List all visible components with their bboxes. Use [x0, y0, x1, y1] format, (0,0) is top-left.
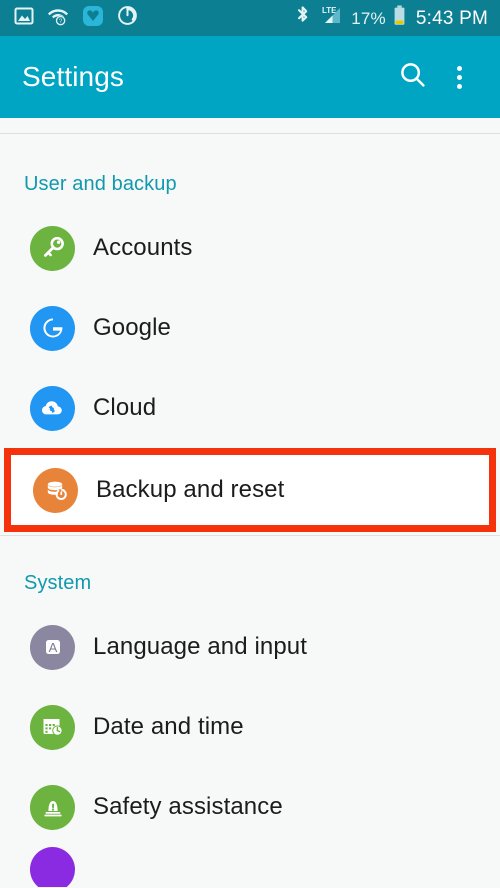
- list-item-backup-and-reset[interactable]: Backup and reset: [11, 455, 489, 525]
- list-item-partial-next[interactable]: [0, 847, 500, 887]
- android-settings-screen: ? LTE 17% 5:43 PM Settings User and back…: [0, 0, 500, 888]
- status-bar-right-icons: LTE 17% 5:43 PM: [294, 4, 488, 33]
- backup-reset-icon: [33, 467, 78, 513]
- language-a-icon: A: [30, 624, 75, 670]
- settings-list[interactable]: User and backup Accounts Google Cloud Ba…: [0, 118, 500, 888]
- accessibility-icon: [30, 847, 75, 887]
- list-item-accounts[interactable]: Accounts: [0, 208, 500, 288]
- section-header-user-and-backup: User and backup: [24, 173, 177, 195]
- overflow-menu-button[interactable]: [436, 54, 482, 100]
- list-item-cloud[interactable]: Cloud: [0, 368, 500, 448]
- status-bar-left-icons: ?: [14, 5, 294, 32]
- cloud-sync-icon: [30, 385, 75, 431]
- lte-signal-icon: LTE: [318, 4, 344, 33]
- list-item-date-and-time[interactable]: Date and time: [0, 687, 500, 767]
- list-item-label: Language and input: [93, 633, 308, 660]
- status-bar-clock: 5:43 PM: [415, 7, 488, 29]
- search-button[interactable]: [390, 54, 436, 100]
- calendar-clock-icon: [30, 704, 75, 750]
- download-heart-icon: [82, 5, 104, 32]
- section-header-system: System: [24, 572, 92, 594]
- list-item-label: Accounts: [93, 234, 193, 261]
- battery-percent-label: 17%: [351, 8, 386, 28]
- svg-text:?: ?: [59, 18, 63, 25]
- list-item-label: Cloud: [93, 394, 157, 421]
- app-bar: Settings: [0, 36, 500, 118]
- bluetooth-icon: [294, 4, 311, 33]
- sync-circle-icon: [117, 5, 138, 31]
- status-bar: ? LTE 17% 5:43 PM: [0, 0, 500, 36]
- list-item-safety-assistance[interactable]: Safety assistance: [0, 767, 500, 847]
- list-item-language-and-input[interactable]: A Language and input: [0, 607, 500, 687]
- gallery-image-icon: [14, 6, 34, 31]
- google-g-icon: [30, 305, 75, 351]
- list-item-label: Google: [93, 314, 171, 341]
- svg-text:A: A: [48, 640, 57, 655]
- section-list-system: A Language and input Date and time Safet…: [0, 607, 500, 887]
- overflow-menu-icon: [456, 65, 462, 89]
- highlight-box-backup-and-reset: Backup and reset: [4, 448, 496, 532]
- safety-beacon-icon: [30, 784, 75, 830]
- list-item-label: Safety assistance: [93, 793, 283, 820]
- wifi-question-icon: ?: [47, 6, 69, 31]
- list-item-label: Backup and reset: [96, 476, 285, 503]
- list-item-label: Date and time: [93, 713, 244, 740]
- section-list-user-and-backup: Accounts Google Cloud: [0, 208, 500, 448]
- key-icon: [30, 225, 75, 271]
- page-title: Settings: [22, 61, 124, 92]
- search-icon: [398, 60, 428, 95]
- list-item-google[interactable]: Google: [0, 288, 500, 368]
- battery-icon: [393, 4, 406, 33]
